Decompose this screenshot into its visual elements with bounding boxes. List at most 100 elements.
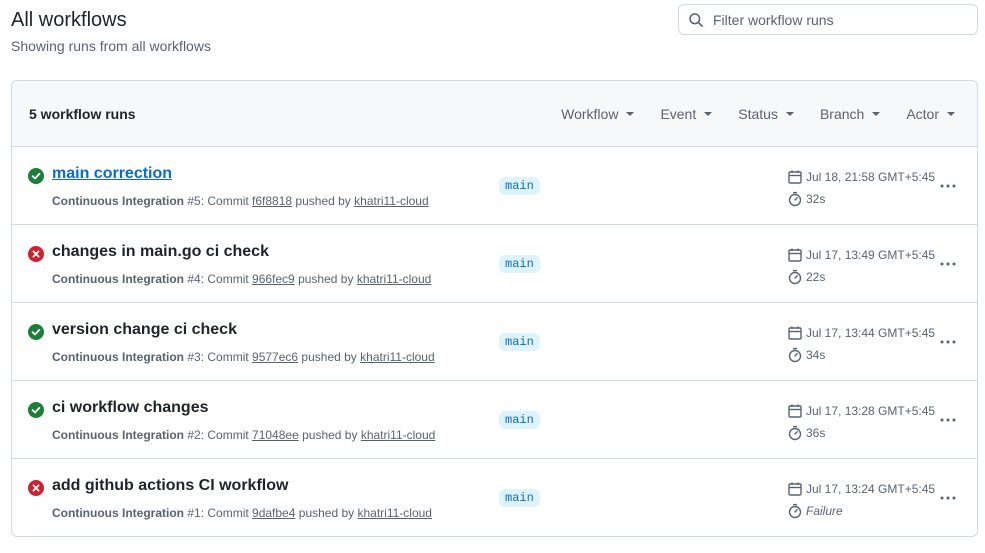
workflow-run-row[interactable]: main correction Continuous Integration #… xyxy=(12,147,977,225)
actor-link[interactable]: khatri11-cloud xyxy=(361,428,435,442)
workflow-filter-dropdown[interactable]: Workflow xyxy=(561,106,635,122)
workflow-name: Continuous Integration xyxy=(52,350,184,364)
run-title-link[interactable]: version change ci check xyxy=(52,321,237,339)
run-duration-text: Failure xyxy=(806,504,843,518)
status-filter-label: Status xyxy=(738,106,778,122)
calendar-icon xyxy=(787,403,803,419)
kebab-horizontal-icon[interactable] xyxy=(938,489,958,507)
run-meta: Continuous Integration #1: Commit 9dafbe… xyxy=(52,506,432,520)
run-title-link[interactable]: add github actions CI workflow xyxy=(52,477,288,495)
run-duration: 34s xyxy=(787,347,825,363)
workflow-name: Continuous Integration xyxy=(52,506,184,520)
run-number: #5 xyxy=(187,194,201,208)
kebab-horizontal-icon[interactable] xyxy=(938,411,958,429)
commit-prefix: : Commit xyxy=(200,194,249,208)
run-date: Jul 17, 13:49 GMT+5:45 xyxy=(787,247,935,263)
page-subtitle: Showing runs from all workflows xyxy=(11,38,211,54)
run-duration: Failure xyxy=(787,503,843,519)
commit-sha-link[interactable]: 966fec9 xyxy=(252,272,295,286)
run-duration: 32s xyxy=(787,191,825,207)
run-number: #1 xyxy=(187,506,201,520)
x-circle-fill-icon xyxy=(28,480,44,496)
run-duration-text: 22s xyxy=(806,270,826,284)
commit-sha-link[interactable]: 71048ee xyxy=(252,428,299,442)
pushed-by-text: pushed by xyxy=(298,272,354,286)
actor-link[interactable]: khatri11-cloud xyxy=(358,506,432,520)
chevron-down-icon xyxy=(947,112,955,116)
workflow-run-row[interactable]: add github actions CI workflow Continuou… xyxy=(12,459,977,536)
runs-list-header: 5 workflow runs Workflow Event Status Br… xyxy=(12,81,977,147)
calendar-icon xyxy=(787,247,803,263)
filter-runs-search[interactable] xyxy=(678,4,978,35)
branch-label[interactable]: main xyxy=(499,255,540,273)
stopwatch-icon xyxy=(787,347,803,363)
calendar-icon xyxy=(787,481,803,497)
check-circle-fill-icon xyxy=(28,402,44,418)
run-title-link[interactable]: ci workflow changes xyxy=(52,399,208,417)
run-duration-text: 32s xyxy=(806,192,826,206)
run-number: #4 xyxy=(187,272,201,286)
check-circle-fill-icon xyxy=(28,324,44,340)
stopwatch-icon xyxy=(787,503,803,519)
calendar-icon xyxy=(787,325,803,341)
run-date-text: Jul 17, 13:49 GMT+5:45 xyxy=(806,248,936,262)
check-circle-fill-icon xyxy=(28,168,44,184)
commit-sha-link[interactable]: f6f8818 xyxy=(252,194,292,208)
workflow-name: Continuous Integration xyxy=(52,272,184,286)
run-number: #2 xyxy=(187,428,201,442)
page-title: All workflows xyxy=(11,9,127,31)
commit-prefix: : Commit xyxy=(200,272,249,286)
calendar-icon xyxy=(787,169,803,185)
workflow-runs-list: 5 workflow runs Workflow Event Status Br… xyxy=(11,80,978,537)
workflow-run-row[interactable]: changes in main.go ci check Continuous I… xyxy=(12,225,977,303)
stopwatch-icon xyxy=(787,425,803,441)
status-filter-dropdown[interactable]: Status xyxy=(738,106,794,122)
run-meta: Continuous Integration #3: Commit 9577ec… xyxy=(52,350,435,364)
chevron-down-icon xyxy=(626,112,635,116)
run-meta: Continuous Integration #5: Commit f6f881… xyxy=(52,194,429,208)
run-meta: Continuous Integration #4: Commit 966fec… xyxy=(52,272,431,286)
run-date-text: Jul 17, 13:24 GMT+5:45 xyxy=(806,482,936,496)
run-date-text: Jul 17, 13:44 GMT+5:45 xyxy=(806,326,936,340)
run-number: #3 xyxy=(187,350,201,364)
branch-filter-label: Branch xyxy=(819,106,865,122)
runs-filter-bar: Workflow Event Status Branch Actor xyxy=(535,81,955,147)
workflow-run-row[interactable]: version change ci check Continuous Integ… xyxy=(12,303,977,381)
actor-link[interactable]: khatri11-cloud xyxy=(357,272,431,286)
branch-label[interactable]: main xyxy=(499,177,540,195)
event-filter-label: Event xyxy=(660,106,697,122)
actor-link[interactable]: khatri11-cloud xyxy=(354,194,428,208)
branch-label[interactable]: main xyxy=(499,333,540,351)
actor-filter-dropdown[interactable]: Actor xyxy=(906,106,955,122)
run-duration-text: 36s xyxy=(806,426,826,440)
pushed-by-text: pushed by xyxy=(302,428,358,442)
commit-sha-link[interactable]: 9577ec6 xyxy=(252,350,298,364)
run-title-link[interactable]: main correction xyxy=(52,165,172,183)
filter-runs-input[interactable] xyxy=(713,11,963,28)
run-date: Jul 17, 13:24 GMT+5:45 xyxy=(787,481,935,497)
run-duration-text: 34s xyxy=(806,348,826,362)
kebab-horizontal-icon[interactable] xyxy=(938,333,958,351)
x-circle-fill-icon xyxy=(28,246,44,262)
event-filter-dropdown[interactable]: Event xyxy=(660,106,713,122)
stopwatch-icon xyxy=(787,269,803,285)
pushed-by-text: pushed by xyxy=(298,506,355,520)
run-meta: Continuous Integration #2: Commit 71048e… xyxy=(52,428,435,442)
actor-link[interactable]: khatri11-cloud xyxy=(360,350,434,364)
pushed-by-text: pushed by xyxy=(295,194,351,208)
run-duration: 22s xyxy=(787,269,825,285)
commit-sha-link[interactable]: 9dafbe4 xyxy=(252,506,295,520)
pushed-by-text: pushed by xyxy=(301,350,357,364)
kebab-horizontal-icon[interactable] xyxy=(938,177,958,195)
kebab-horizontal-icon[interactable] xyxy=(938,255,958,273)
stopwatch-icon xyxy=(787,191,803,207)
search-icon xyxy=(688,12,704,28)
run-title-link[interactable]: changes in main.go ci check xyxy=(52,243,269,261)
workflow-name: Continuous Integration xyxy=(52,194,184,208)
branch-label[interactable]: main xyxy=(499,489,540,507)
workflow-run-row[interactable]: ci workflow changes Continuous Integrati… xyxy=(12,381,977,459)
run-date-text: Jul 18, 21:58 GMT+5:45 xyxy=(806,170,936,184)
branch-label[interactable]: main xyxy=(499,411,540,429)
branch-filter-dropdown[interactable]: Branch xyxy=(819,106,881,122)
actor-filter-label: Actor xyxy=(906,106,939,122)
